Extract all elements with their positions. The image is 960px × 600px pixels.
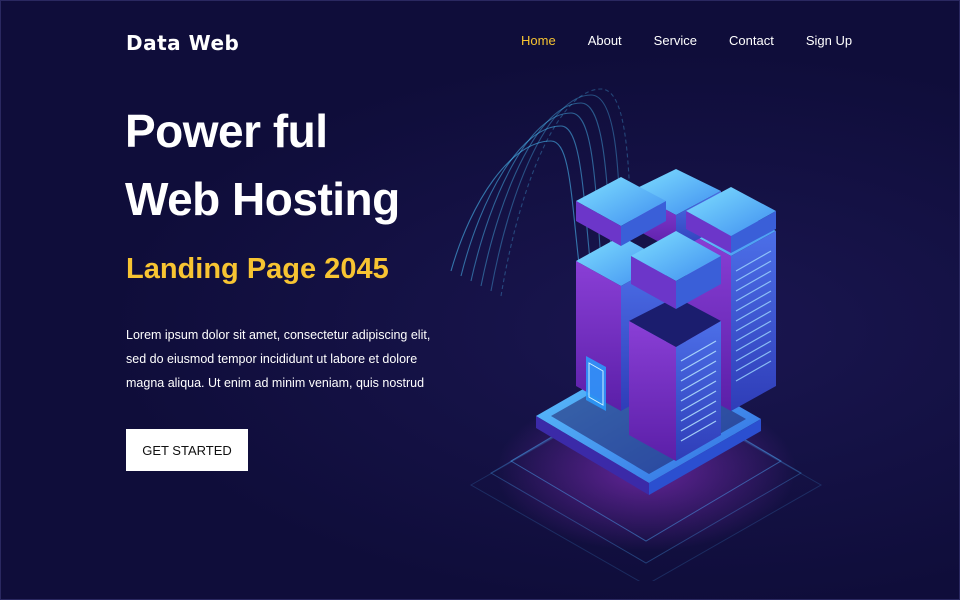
- server-racks-illustration: [450, 88, 823, 581]
- nav-item-about[interactable]: About: [588, 33, 622, 49]
- server-tower-front: [629, 297, 721, 461]
- hero-description: Lorem ipsum dolor sit amet, consectetur …: [126, 323, 431, 395]
- nav-item-contact[interactable]: Contact: [729, 33, 774, 49]
- nav-item-sign-up[interactable]: Sign Up: [806, 33, 852, 49]
- hero-description-line: magna aliqua. Ut enim ad minim veniam, q…: [126, 376, 425, 390]
- hero-description-line: sed do eiusmod tempor incididunt ut labo…: [126, 352, 418, 366]
- hero-subtitle: Landing Page 2045: [126, 253, 389, 285]
- get-started-button[interactable]: GET STARTED: [126, 429, 248, 471]
- hero-title-line-1: Power ful: [125, 105, 328, 157]
- main-nav: Home About Service Contact Sign Up: [521, 33, 852, 49]
- page: Data Web Home About Service Contact Sign…: [0, 0, 960, 600]
- brand-logo[interactable]: Data Web: [126, 31, 239, 55]
- hero-title-line-2: Web Hosting: [125, 173, 400, 225]
- hero-description-line: Lorem ipsum dolor sit amet, consectetur …: [126, 328, 431, 342]
- nav-item-service[interactable]: Service: [654, 33, 697, 49]
- nav-item-home[interactable]: Home: [521, 33, 556, 49]
